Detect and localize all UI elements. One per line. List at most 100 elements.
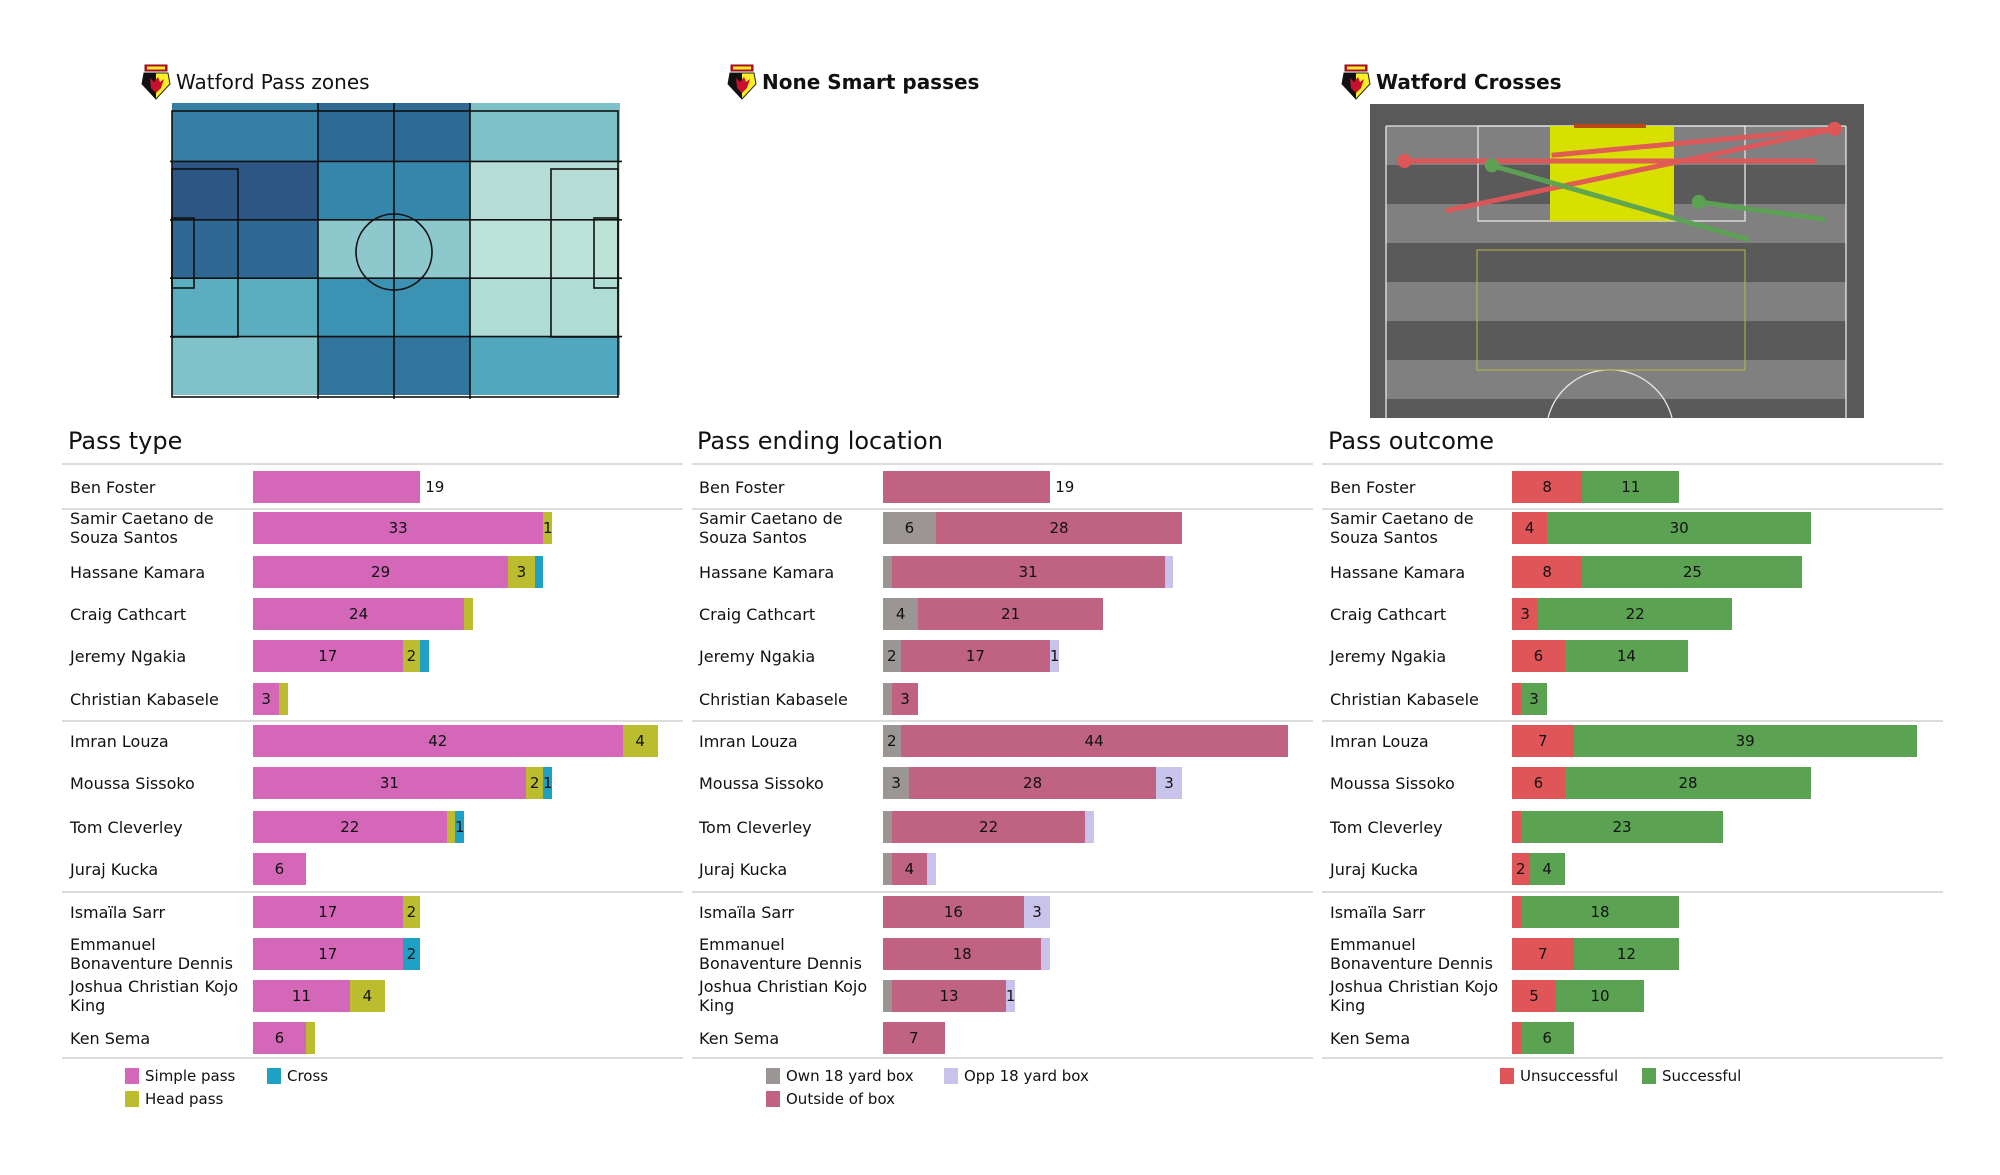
player-name-line: Ben Foster [1330, 477, 1416, 497]
crosses-pitch [1370, 104, 1864, 418]
player-name: Joshua Christian Kojo King [70, 977, 250, 1015]
pass-zone-cell [172, 336, 318, 395]
player-name: Hassane Kamara [70, 563, 250, 582]
bar-segment-outside-of-box [883, 471, 1051, 503]
player-name-line: Craig Cathcart [70, 604, 187, 624]
row-divider [1322, 891, 1943, 893]
bar-value-label: 25 [1682, 563, 1702, 581]
player-name: Craig Cathcart [1330, 605, 1510, 624]
player-name-line: Emmanuel [1330, 935, 1416, 954]
bar-segment-head-pass: 4 [622, 725, 658, 757]
player-name-line: Samir Caetano de [699, 509, 843, 528]
bar-value-label: 4 [895, 605, 906, 623]
bar-value-label: 1 [1049, 647, 1060, 665]
bar-value-label: 2 [1516, 860, 1526, 878]
bar-value-label: 6 [274, 860, 285, 878]
bar-segment-own-18-yard-box [883, 556, 892, 588]
bar-segment-simple-pass: 22 [253, 811, 447, 843]
player-name: Hassane Kamara [1330, 563, 1510, 582]
pass-zone-cell [470, 161, 620, 220]
bar-value-label: 28 [1678, 774, 1698, 792]
bar-segment-outside-of-box: 13 [891, 980, 1007, 1012]
legend-label: Unsuccessful [1520, 1067, 1619, 1085]
bar-segment-opp-18-yard-box: 1 [1006, 980, 1015, 1012]
bar-value-label: 3 [900, 690, 910, 708]
legend-swatch [1500, 1068, 1514, 1084]
legend-item: Outside of box [766, 1090, 895, 1108]
bar-segment-own-18-yard-box [883, 853, 892, 885]
player-name: Tom Cleverley [70, 818, 250, 837]
bar-value-label: 17 [965, 647, 985, 665]
bar-segment-unsuccessful: 7 [1512, 725, 1574, 757]
bar-value-label: 2 [529, 774, 540, 792]
bar-value-label: 16 [943, 903, 963, 921]
smart-passes-title-text: None Smart passes [762, 70, 980, 94]
player-name: Jeremy Ngakia [1330, 647, 1510, 666]
player-name-line: Tom Cleverley [70, 817, 183, 837]
player-name-line: Emmanuel [699, 935, 785, 954]
player-name-line: Bonaventure Dennis [1330, 954, 1493, 973]
bar-value-label: 3 [1032, 903, 1042, 921]
player-name: Emmanuel Bonaventure Dennis [1330, 935, 1510, 973]
bar-segment-outside-of-box: 22 [891, 811, 1086, 843]
bar-segment-unsuccessful: 5 [1512, 980, 1556, 1012]
legend-swatch [267, 1068, 281, 1084]
pass-zone-cell [172, 161, 318, 220]
bar-value-label: 2 [887, 732, 897, 750]
bar-value-label: 22 [979, 818, 999, 836]
player-name-line: Christian Kabasele [70, 689, 219, 709]
row-divider [692, 720, 1313, 722]
bar-segment-outside-of-box: 21 [918, 598, 1103, 630]
bar-value-label: 4 [904, 860, 915, 878]
bar-segment-outside-of-box: 3 [891, 683, 919, 715]
pass-type-heading: Pass type [68, 427, 183, 455]
cross-start-point [1397, 154, 1412, 169]
player-name: Craig Cathcart [699, 605, 879, 624]
bar-value-label: 2 [406, 945, 417, 963]
player-name: Ken Sema [70, 1029, 250, 1048]
bar-segment-successful: 30 [1547, 512, 1812, 544]
bar-segment-head-pass: 2 [402, 896, 421, 928]
player-name-line: Imran Louza [699, 731, 798, 751]
bar-segment-opp-18-yard-box [1041, 938, 1051, 970]
bar-value-label: 44 [1084, 732, 1104, 750]
legend-swatch [766, 1068, 780, 1084]
legend-swatch [125, 1091, 139, 1107]
bar-segment-successful: 12 [1573, 938, 1680, 970]
cross-start-point [1691, 194, 1706, 209]
player-name-line: Imran Louza [70, 731, 169, 751]
bar-segment-own-18-yard-box: 6 [883, 512, 936, 544]
bar-segment-simple-pass: 29 [253, 556, 509, 588]
crosses-title-text: Watford Crosses [1376, 70, 1562, 94]
bar-segment-head-pass [305, 1022, 315, 1054]
bar-segment-cross: 1 [455, 811, 465, 843]
player-name: Craig Cathcart [70, 605, 250, 624]
legend-item: Unsuccessful [1500, 1067, 1618, 1085]
bar-segment-successful: 39 [1573, 725, 1917, 757]
player-name-line: Souza Santos [1330, 528, 1438, 547]
bar-segment-head-pass: 1 [543, 512, 553, 544]
player-name-line: Moussa Sissoko [1330, 773, 1455, 793]
bar-segment-successful: 25 [1582, 556, 1803, 588]
player-name: Imran Louza [70, 732, 250, 751]
bar-segment-opp-18-yard-box [1164, 556, 1174, 588]
player-name-line: Craig Cathcart [699, 604, 816, 624]
row-divider [62, 891, 683, 893]
player-name: Moussa Sissoko [1330, 774, 1510, 793]
bar-value-label: 2 [406, 647, 417, 665]
player-name: Ben Foster [699, 478, 879, 497]
bar-value-label: 31 [379, 774, 399, 792]
player-name-line: Tom Cleverley [1330, 817, 1443, 837]
player-name-line: Tom Cleverley [699, 817, 812, 837]
bar-segment-outside-of-box: 44 [900, 725, 1288, 757]
player-name-line: Samir Caetano de [70, 509, 214, 528]
bar-value-label: 6 [274, 1029, 285, 1047]
bar-value-label: 1 [543, 519, 553, 537]
bar-value-label: 2 [406, 903, 417, 921]
bar-segment-successful: 11 [1582, 471, 1680, 503]
player-name-line: Emmanuel [70, 935, 156, 954]
bar-segment-unsuccessful [1512, 683, 1521, 715]
bar-segment-own-18-yard-box [883, 811, 892, 843]
bar-segment-simple-pass: 11 [253, 980, 350, 1012]
bar-segment-simple-pass: 24 [253, 598, 465, 630]
